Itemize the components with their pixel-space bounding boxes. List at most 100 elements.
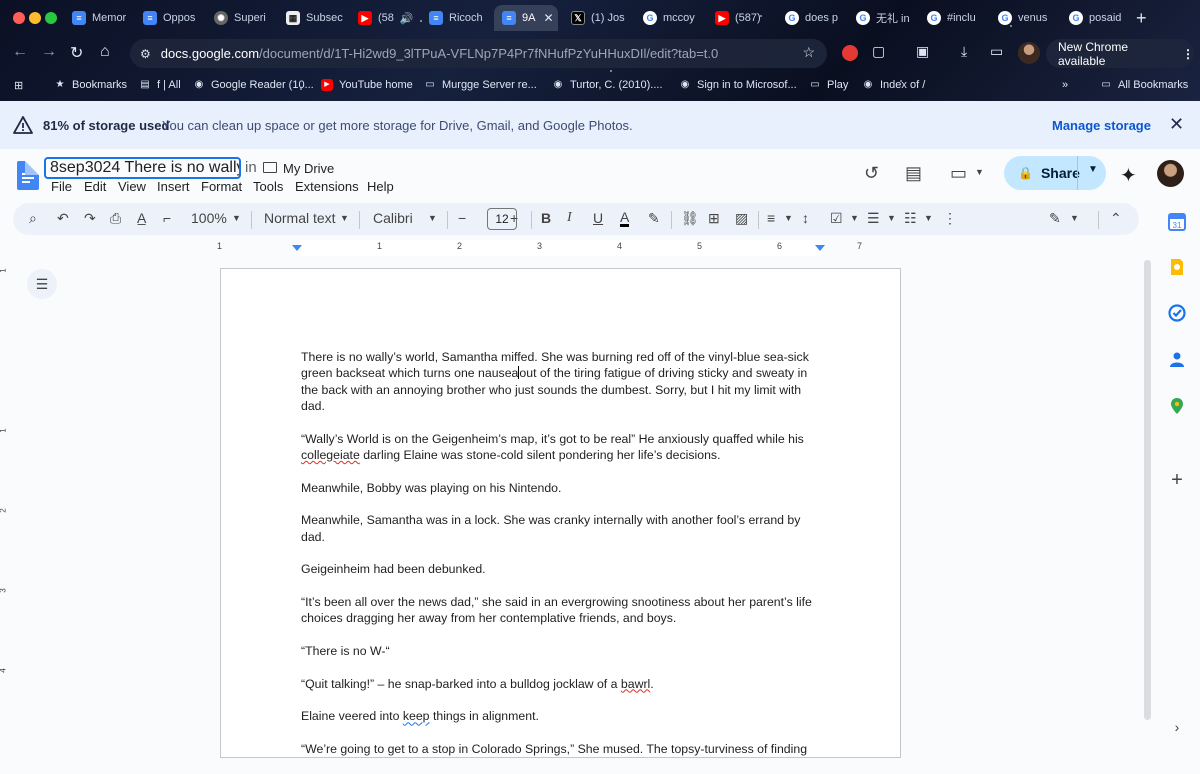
chevron-down-icon[interactable]: ▼ [1088,164,1098,175]
account-avatar[interactable] [1157,160,1184,187]
menu-insert[interactable]: Insert [157,179,190,194]
scrollbar[interactable] [1141,258,1153,750]
bookmark-item[interactable]: ▭ Play [809,79,848,91]
chevron-right-icon[interactable]: » [1062,79,1068,91]
bookmark-item[interactable]: ★ Bookmarks [54,79,128,91]
extension-icon[interactable] [842,45,858,61]
browser-tab[interactable]: ≡ Memor [72,5,132,31]
link-icon[interactable]: ⛓ [681,210,699,227]
site-info-icon[interactable]: ⚙ [140,47,151,61]
tasks-icon[interactable] [1168,304,1186,322]
bookmark-item[interactable]: ▶ YouTube home [321,79,413,91]
underline-icon[interactable]: U [593,210,603,226]
browser-tab-active[interactable]: ≡ 9A ✕ [494,5,558,31]
misspelled-word[interactable]: bawrl [621,677,650,691]
chevron-down-icon[interactable]: ▼ [232,213,241,223]
browser-tab[interactable]: G 无礼 in [856,5,916,31]
forward-icon[interactable]: → [41,43,57,61]
manage-storage-link[interactable]: Manage storage [1052,118,1151,133]
document-title-input[interactable]: 8sep3024 There is no wally [44,157,241,179]
browser-tab[interactable]: 𝕏 (1) Jos [571,5,633,31]
browser-tab[interactable]: G #inclu [927,5,987,31]
docs-logo-icon[interactable] [17,161,39,190]
browser-tab[interactable]: ≡ Oppos [143,5,203,31]
line-spacing-icon[interactable]: ↕ [802,210,809,226]
bookmark-star-icon[interactable]: ☆ [802,44,815,61]
history-icon[interactable]: ↺ [864,163,879,184]
chevron-down-icon[interactable]: ▼ [428,213,437,223]
browser-tab[interactable]: Gmccoy [643,5,705,31]
chevron-right-icon[interactable]: › [1168,718,1186,736]
horizontal-ruler[interactable]: 1 1 2 3 4 5 6 7 [217,240,901,256]
chevron-down-icon[interactable]: ▼ [784,213,793,223]
increase-font-size-icon[interactable]: + [510,210,518,226]
print-icon[interactable]: ⎙ [110,210,121,227]
bookmark-item[interactable]: ▤ f | All [139,79,180,91]
chrome-update-button[interactable]: New Chrome available ⋮ [1046,39,1194,68]
close-icon[interactable]: ✕ [1169,114,1184,135]
maps-icon[interactable] [1168,397,1186,415]
numbered-list-icon[interactable]: ☷ [904,210,917,227]
menu-tools[interactable]: Tools [253,179,283,194]
share-button[interactable]: 🔒 Share ▼ [1004,156,1106,190]
browser-tab[interactable]: Gvenus [998,5,1058,31]
download-icon[interactable]: ⤓ [961,43,967,60]
font-select[interactable]: Calibri [373,210,413,226]
profile-avatar[interactable] [1018,42,1040,64]
checklist-icon[interactable]: ☑ [830,210,843,227]
close-icon[interactable]: ✕ [543,11,553,25]
menu-extensions[interactable]: Extensions [295,179,359,194]
minimize-window-button[interactable] [29,12,41,24]
puzzle-icon[interactable]: ▢ [872,43,885,60]
bulleted-list-icon[interactable]: ☰ [867,210,880,227]
add-icon[interactable]: + [1168,470,1186,490]
calendar-icon[interactable]: 31 [1168,213,1186,231]
insert-image-icon[interactable]: ▨ [735,210,748,227]
highlight-icon[interactable]: ✎ [648,210,660,227]
bold-icon[interactable]: B [541,210,551,226]
editing-mode-icon[interactable]: ✎ [1049,210,1061,227]
scrollbar-thumb[interactable] [1144,260,1151,720]
close-window-button[interactable] [13,12,25,24]
more-icon[interactable]: ⋮ [943,210,957,227]
search-menus-icon[interactable]: ⌕ [29,210,37,227]
misspelled-word[interactable]: collegeiate [301,448,360,462]
undo-icon[interactable]: ↶ [57,210,69,227]
browser-tab[interactable]: ✺ Superi [214,5,276,31]
more-icon[interactable]: ⋮ [1182,47,1194,61]
bookmark-item[interactable]: ◉ Turtor, C. (2010).... [552,79,663,91]
comment-icon[interactable]: ▤ [905,163,922,184]
text-color-icon[interactable]: A [620,210,630,227]
chevron-down-icon[interactable]: ▼ [340,213,349,223]
zoom-select[interactable]: 100% [191,210,227,226]
drive-location[interactable]: My Drive [283,161,334,176]
browser-tab[interactable]: Gposaid [1069,5,1129,31]
paragraph-style-select[interactable]: Normal text [264,210,336,226]
italic-icon[interactable]: I [567,210,572,226]
menu-view[interactable]: View [118,179,146,194]
chevron-down-icon[interactable]: ▼ [850,213,859,223]
bookmark-item[interactable]: ◉ Index of / [862,79,926,91]
keep-icon[interactable] [1168,258,1186,276]
menu-file[interactable]: File [51,179,72,194]
browser-tab[interactable]: ▶ (58 🔊 [358,5,418,31]
tab-search-icon[interactable]: ▣ [916,43,929,60]
menu-format[interactable]: Format [201,179,242,194]
grammar-suggestion[interactable]: keep [403,709,430,723]
redo-icon[interactable]: ↷ [84,210,96,227]
new-tab-button[interactable]: + [1136,8,1147,29]
spellcheck-icon[interactable]: A̲ [137,210,146,226]
bookmark-item[interactable]: ▭ Murgge Server re... [424,79,537,91]
left-indent-marker[interactable] [292,245,302,251]
chevron-down-icon[interactable]: ▼ [924,213,933,223]
bookmark-item[interactable]: ◉ Google Reader (10... [193,79,314,91]
browser-tab[interactable]: ▦ Subsec [286,5,348,31]
menu-edit[interactable]: Edit [84,179,106,194]
browser-tab[interactable]: Gdoes p [785,5,845,31]
reading-list-icon[interactable]: ▭ [990,43,1003,60]
maximize-window-button[interactable] [45,12,57,24]
collapse-toolbar-icon[interactable]: ⌃ [1110,210,1122,227]
gemini-icon[interactable]: ✦ [1120,163,1137,188]
paint-format-icon[interactable]: ⌐ [163,210,171,226]
add-comment-icon[interactable]: ⊞ [708,210,720,227]
